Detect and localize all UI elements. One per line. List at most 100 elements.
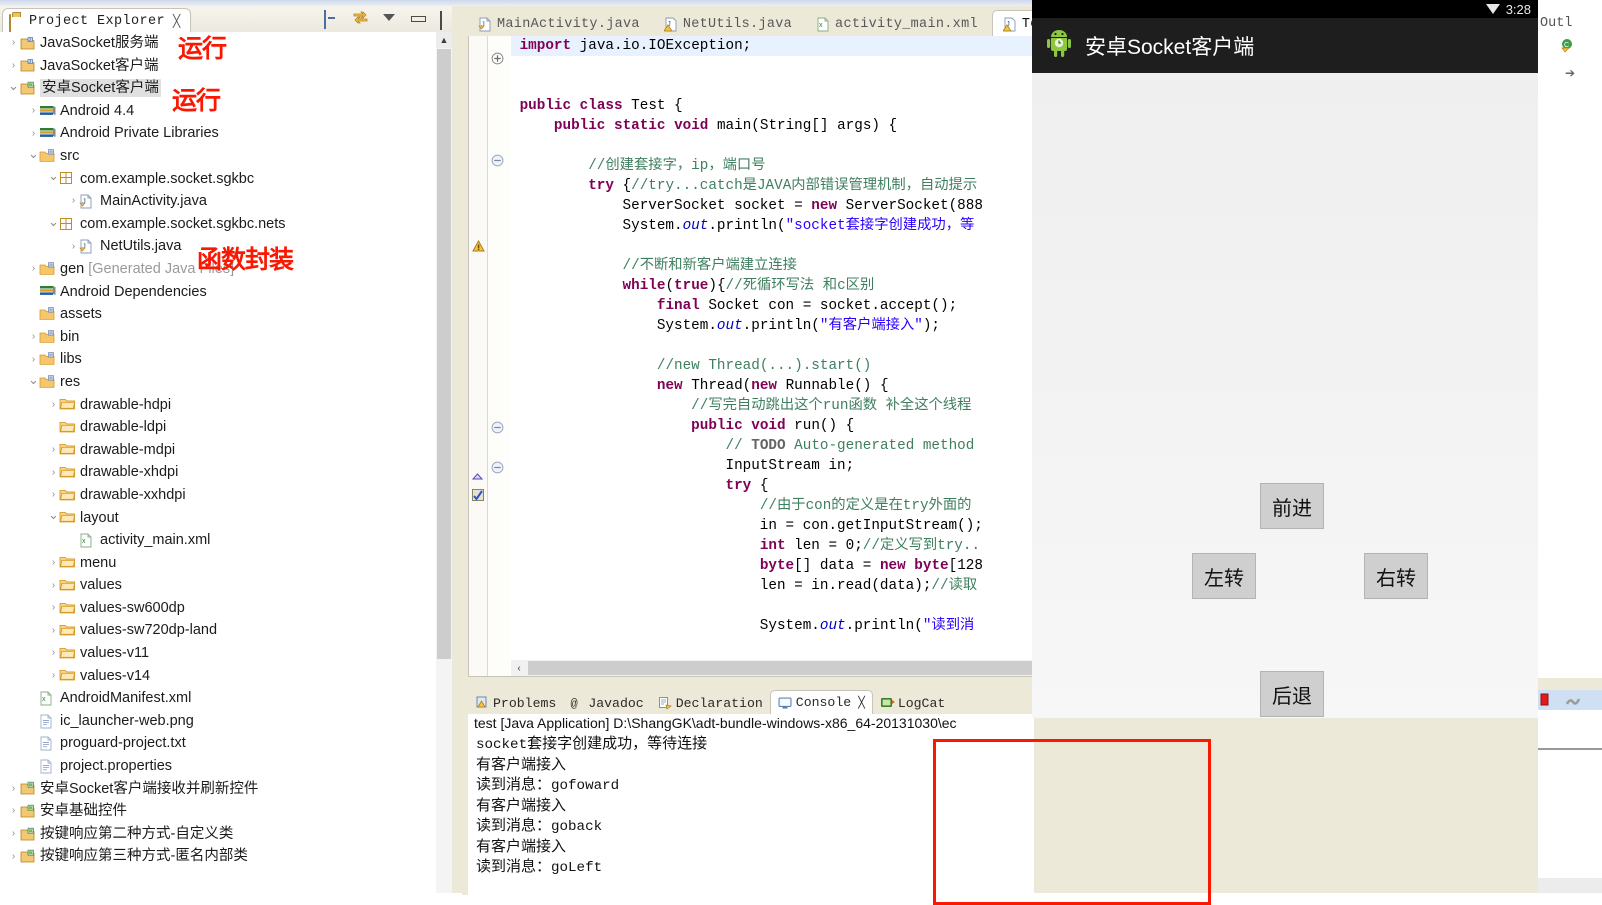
fold-collapse-arrow-icon[interactable]	[471, 468, 484, 486]
editor-tab[interactable]: J MainActivity.java	[468, 12, 654, 37]
tree-item[interactable]: project.properties	[0, 755, 436, 778]
chevron-right-icon[interactable]: ›	[48, 444, 59, 455]
hscrollbar-thumb[interactable]	[528, 661, 1035, 675]
chevron-right-icon[interactable]: ›	[8, 783, 19, 794]
chevron-down-icon[interactable]: ⌄	[28, 147, 39, 160]
console-tab[interactable]: Problems	[468, 692, 563, 714]
editor-tab[interactable]: J NetUtils.java	[654, 12, 806, 37]
outline-expand-arrow-icon[interactable]: ➔	[1565, 66, 1575, 80]
minimize-icon[interactable]	[410, 10, 427, 27]
tree-item[interactable]: › 按键响应第二种方式-自定义类	[0, 823, 436, 846]
chevron-right-icon[interactable]: ›	[48, 490, 59, 500]
tree-item[interactable]: › menu	[0, 552, 436, 575]
tree-item[interactable]: ⌄ res	[0, 371, 436, 394]
tree-item[interactable]: › values-v11	[0, 642, 436, 665]
tree-item[interactable]: ⌄ com.example.socket.sgkbc	[0, 168, 436, 191]
editor-horizontal-scrollbar[interactable]: ‹	[511, 660, 1035, 676]
tree-item[interactable]: assets	[0, 303, 436, 326]
android-emulator-window[interactable]: 3:28 安卓Socket客户端 前进 左转 右转 后退	[1032, 0, 1538, 718]
tree-item[interactable]: › libs	[0, 348, 436, 371]
tree-item[interactable]: ⌄ com.example.socket.sgkbc.nets	[0, 213, 436, 236]
close-icon[interactable]: ╳	[173, 14, 180, 28]
tree-item[interactable]: › 安卓基础控件	[0, 800, 436, 823]
chevron-right-icon[interactable]: ›	[8, 829, 19, 839]
fold-minus-icon[interactable]	[491, 461, 504, 479]
console-tab[interactable]: @ Javadoc	[563, 692, 650, 714]
collapse-all-icon[interactable]	[323, 10, 340, 29]
tree-item[interactable]: › 安卓Socket客户端接收并刷新控件	[0, 778, 436, 801]
console-tab[interactable]: Declaration	[651, 692, 770, 714]
chevron-right-icon[interactable]: ›	[28, 332, 39, 342]
tree-item[interactable]: › J MainActivity.java	[0, 190, 436, 213]
tree-item[interactable]: › drawable-hdpi	[0, 394, 436, 417]
tree-item[interactable]: › drawable-mdpi	[0, 439, 436, 462]
view-menu-icon[interactable]	[381, 10, 398, 27]
chevron-right-icon[interactable]: ›	[48, 670, 59, 681]
link-with-editor-icon[interactable]	[352, 10, 369, 27]
console-tabbar[interactable]: Problems @ Javadoc Declaration Console ╳ LogCa…	[468, 690, 1034, 714]
tree-item[interactable]: › values	[0, 574, 436, 597]
fold-minus-icon[interactable]	[491, 154, 504, 172]
chevron-right-icon[interactable]: ›	[28, 354, 39, 365]
explorer-sash[interactable]	[452, 6, 462, 893]
chevron-right-icon[interactable]: ›	[68, 196, 79, 206]
chevron-right-icon[interactable]: ›	[8, 60, 19, 71]
scrollbar-thumb[interactable]	[437, 49, 451, 659]
tree-item[interactable]: ic_launcher-web.png	[0, 710, 436, 733]
tree-item[interactable]: ⌄ src	[0, 145, 436, 168]
tree-item[interactable]: › values-sw600dp	[0, 597, 436, 620]
editor-tab[interactable]: x activity_main.xml	[806, 12, 992, 37]
outline-view[interactable]: Outl C ➔	[1538, 14, 1602, 174]
scroll-up-icon[interactable]: ▲	[436, 32, 452, 48]
tree-item[interactable]: x activity_main.xml	[0, 529, 436, 552]
tree-item[interactable]: › values-sw720dp-land	[0, 619, 436, 642]
chevron-right-icon[interactable]: ›	[48, 580, 59, 591]
emulator-button[interactable]: 前进	[1260, 483, 1324, 529]
project-tree[interactable]: › J JavaSocket服务端 › J JavaSocket客户端 ⌄ 安卓Socket客…	[0, 32, 436, 893]
tree-item[interactable]: ⌄ layout	[0, 506, 436, 529]
chevron-right-icon[interactable]: ›	[8, 38, 19, 48]
editor-text[interactable]: import java.io.IOException; public class…	[511, 36, 1035, 660]
chevron-down-icon[interactable]: ⌄	[8, 79, 19, 92]
emulator-screen-content[interactable]: 前进 左转 右转后退	[1032, 73, 1538, 718]
tree-item[interactable]: › 按键响应第三种方式-匿名内部类	[0, 845, 436, 868]
console-tab[interactable]: LogCat	[873, 692, 952, 714]
tree-item[interactable]: › bin	[0, 326, 436, 349]
tree-item[interactable]: › drawable-xxhdpi	[0, 484, 436, 507]
fold-minus-icon[interactable]	[491, 421, 504, 439]
tree-item[interactable]: › Android Private Libraries	[0, 122, 436, 145]
emulator-button[interactable]: 左转	[1192, 553, 1256, 599]
chevron-right-icon[interactable]: ›	[48, 648, 59, 658]
editor-gutter[interactable]	[469, 36, 488, 676]
chevron-right-icon[interactable]: ›	[28, 264, 39, 274]
tab-project-explorer[interactable]: Project Explorer ╳	[2, 8, 192, 33]
chevron-down-icon[interactable]: ⌄	[48, 508, 59, 521]
chevron-right-icon[interactable]: ›	[48, 467, 59, 478]
console-tab[interactable]: Console ╳	[769, 690, 873, 714]
chevron-right-icon[interactable]: ›	[28, 128, 39, 139]
emulator-button[interactable]: 后退	[1260, 671, 1324, 717]
chevron-down-icon[interactable]: ⌄	[48, 169, 59, 182]
chevron-right-icon[interactable]: ›	[8, 806, 19, 816]
emulator-button[interactable]: 右转	[1364, 553, 1428, 599]
chevron-right-icon[interactable]: ›	[48, 603, 59, 613]
scroll-left-icon[interactable]: ‹	[511, 660, 527, 676]
tree-item[interactable]: drawable-ldpi	[0, 416, 436, 439]
chevron-down-icon[interactable]: ⌄	[28, 373, 39, 386]
tree-item[interactable]: x AndroidManifest.xml	[0, 687, 436, 710]
chevron-right-icon[interactable]: ›	[8, 851, 19, 862]
chevron-right-icon[interactable]: ›	[48, 557, 59, 568]
chevron-down-icon[interactable]: ⌄	[48, 215, 59, 228]
tree-item[interactable]: Android Dependencies	[0, 281, 436, 304]
close-icon[interactable]: ╳	[858, 696, 865, 710]
console-output[interactable]: socket套接字创建成功，等待连接 有客户端接入 读到消息：gofoward 有客户…	[468, 734, 1034, 894]
right-panel-selected-row[interactable]	[1538, 690, 1602, 710]
editor-folding-column[interactable]	[488, 36, 510, 676]
tree-item[interactable]: proguard-project.txt	[0, 732, 436, 755]
project-tree-scrollbar[interactable]: ▲	[436, 32, 452, 893]
chevron-right-icon[interactable]: ›	[48, 399, 59, 410]
chevron-right-icon[interactable]: ›	[68, 241, 79, 252]
chevron-right-icon[interactable]: ›	[28, 106, 39, 116]
chevron-right-icon[interactable]: ›	[48, 625, 59, 636]
code-editor[interactable]: import java.io.IOException; public class…	[468, 36, 1036, 677]
